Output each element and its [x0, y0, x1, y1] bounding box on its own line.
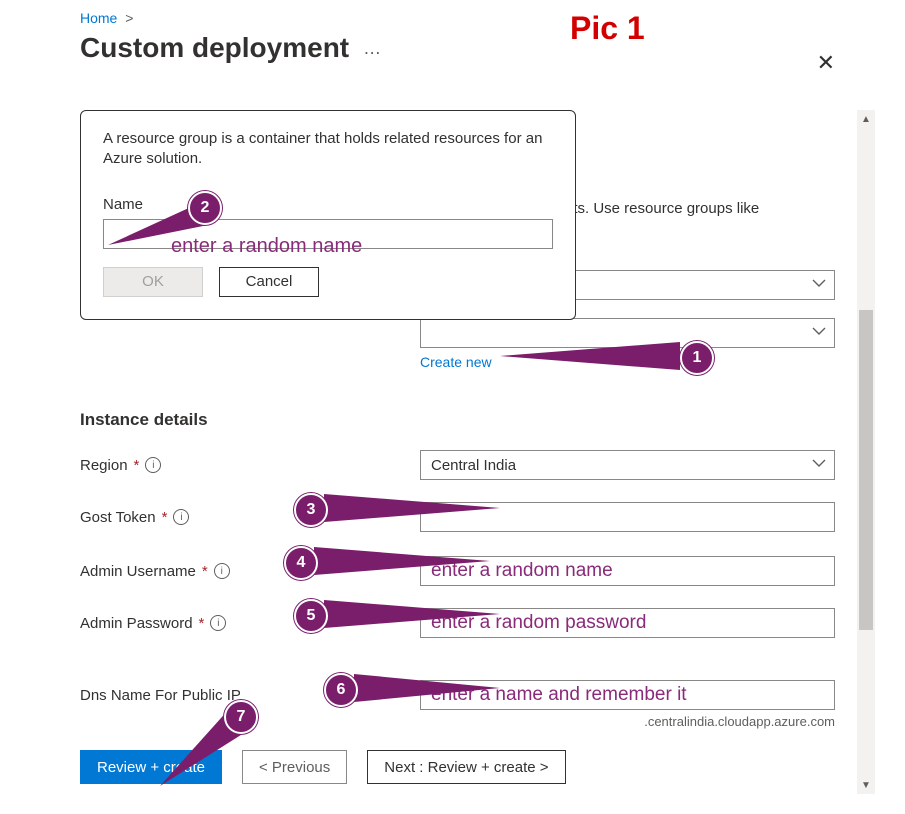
- callout-description: A resource group is a container that hol…: [103, 129, 553, 170]
- dns-name-input[interactable]: [420, 680, 835, 710]
- resource-group-row: [420, 318, 835, 348]
- required-icon: *: [202, 563, 208, 580]
- close-icon[interactable]: ✕: [817, 50, 835, 76]
- admin-password-label-text: Admin Password: [80, 615, 193, 632]
- chevron-down-icon: [812, 456, 826, 474]
- region-label-text: Region: [80, 457, 128, 474]
- instance-details-heading: Instance details: [80, 410, 208, 430]
- admin-username-label: Admin Username * i: [80, 563, 420, 580]
- ok-button[interactable]: OK: [103, 267, 203, 297]
- admin-password-row: Admin Password * i: [80, 608, 835, 638]
- page-header: Custom deployment …: [0, 26, 905, 64]
- resource-group-callout: A resource group is a container that hol…: [80, 110, 576, 320]
- gost-token-input[interactable]: [420, 502, 835, 532]
- admin-password-input[interactable]: [420, 608, 835, 638]
- callout-name-label: Name: [103, 196, 553, 213]
- dns-suffix: .centralindia.cloudapp.azure.com: [644, 714, 835, 729]
- dns-name-label-text: Dns Name For Public IP: [80, 687, 241, 704]
- region-select[interactable]: Central India: [420, 450, 835, 480]
- region-row: Region * i Central India: [80, 450, 835, 480]
- scroll-down-icon[interactable]: ▼: [857, 776, 875, 794]
- admin-password-label: Admin Password * i: [80, 615, 420, 632]
- chevron-down-icon: [812, 276, 826, 294]
- admin-username-row: Admin Username * i: [80, 556, 835, 586]
- required-icon: *: [162, 509, 168, 526]
- review-create-button[interactable]: Review + create: [80, 750, 222, 784]
- cancel-button[interactable]: Cancel: [219, 267, 319, 297]
- more-actions-icon[interactable]: …: [363, 38, 383, 59]
- required-icon: *: [199, 615, 205, 632]
- dns-name-row: Dns Name For Public IP: [80, 680, 835, 710]
- resource-group-select[interactable]: [420, 318, 835, 348]
- description-fragment: costs. Use resource groups like: [550, 200, 835, 217]
- info-icon[interactable]: i: [210, 615, 226, 631]
- required-icon: *: [134, 457, 140, 474]
- viewport: Home > Custom deployment … ✕ Pic 1 ▲ ▼ c…: [0, 0, 905, 814]
- page-title: Custom deployment: [80, 32, 349, 64]
- dns-name-label: Dns Name For Public IP: [80, 687, 420, 704]
- info-icon[interactable]: i: [145, 457, 161, 473]
- info-icon[interactable]: i: [214, 563, 230, 579]
- scroll-thumb[interactable]: [859, 310, 873, 630]
- info-icon[interactable]: i: [173, 509, 189, 525]
- footer-buttons: Review + create < Previous Next : Review…: [80, 750, 835, 784]
- gost-token-label-text: Gost Token: [80, 509, 156, 526]
- callout-name-input[interactable]: [103, 219, 553, 249]
- region-label: Region * i: [80, 457, 420, 474]
- next-button[interactable]: Next : Review + create >: [367, 750, 565, 784]
- chevron-down-icon: [812, 324, 826, 342]
- create-new-link[interactable]: Create new: [420, 354, 492, 370]
- region-value: Central India: [431, 457, 516, 474]
- gost-token-label: Gost Token * i: [80, 509, 420, 526]
- admin-username-input[interactable]: [420, 556, 835, 586]
- admin-username-label-text: Admin Username: [80, 563, 196, 580]
- scroll-up-icon[interactable]: ▲: [857, 110, 875, 128]
- breadcrumb-home-link[interactable]: Home: [80, 10, 117, 26]
- create-new-link-row: Create new: [420, 354, 492, 370]
- breadcrumb-separator: >: [125, 10, 133, 26]
- gost-token-row: Gost Token * i: [80, 502, 835, 532]
- scrollbar[interactable]: ▲ ▼: [857, 110, 875, 794]
- breadcrumb: Home >: [0, 0, 905, 26]
- previous-button[interactable]: < Previous: [242, 750, 347, 784]
- pic-label-annotation: Pic 1: [570, 10, 645, 47]
